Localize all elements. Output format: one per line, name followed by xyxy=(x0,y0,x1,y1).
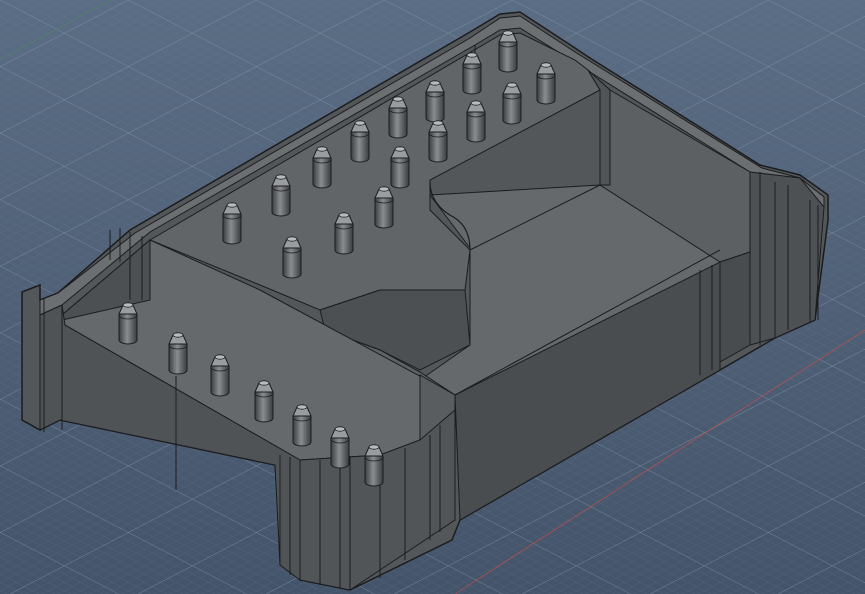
pin-upper-16 xyxy=(282,236,302,279)
pin-upper-1 xyxy=(498,30,518,73)
pin-upper-5 xyxy=(425,80,445,123)
pin-upper-9 xyxy=(350,120,370,163)
pin-left-6 xyxy=(330,426,350,469)
pin-upper-2 xyxy=(536,62,556,105)
pin-upper-7 xyxy=(388,96,408,139)
pin-upper-15 xyxy=(222,202,242,245)
pin-upper-12 xyxy=(374,186,394,229)
pin-left-5 xyxy=(292,404,312,447)
pin-upper-13 xyxy=(271,174,291,217)
pin-upper-4 xyxy=(502,82,522,125)
pin-left-7 xyxy=(364,444,384,487)
pin-upper-8 xyxy=(428,120,448,163)
right-end-wall xyxy=(749,171,825,346)
cad-3d-viewport[interactable] xyxy=(0,0,865,594)
pin-left-3 xyxy=(210,354,230,397)
pin-upper-3 xyxy=(462,52,482,95)
pin-left-2 xyxy=(168,332,188,375)
pin-left-1 xyxy=(118,302,138,345)
pin-upper-11 xyxy=(312,146,332,189)
right-cavity-front-wall xyxy=(719,251,751,363)
pin-upper-14 xyxy=(334,212,354,255)
pin-left-4 xyxy=(254,380,274,423)
pin-upper-6 xyxy=(466,100,486,143)
scene-canvas[interactable] xyxy=(0,0,865,594)
pin-upper-10 xyxy=(390,146,410,189)
